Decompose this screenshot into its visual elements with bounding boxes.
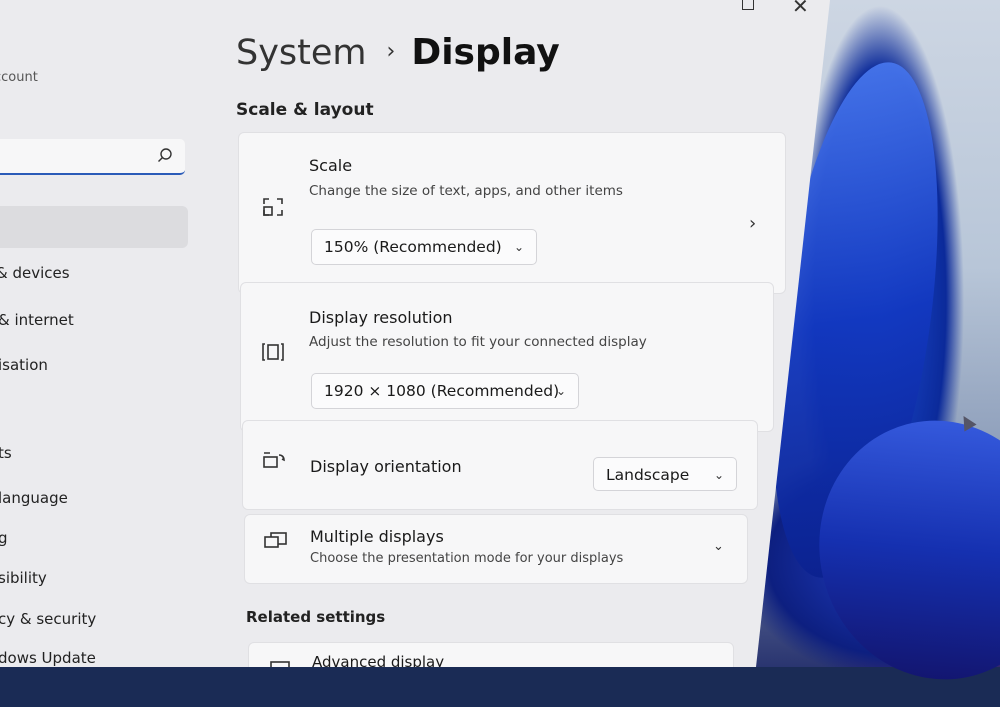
search-input[interactable] — [0, 139, 185, 175]
advanced-display-title: Advanced display — [312, 653, 445, 671]
sidebar-item-system[interactable] — [0, 206, 188, 248]
sidebar-item-accounts[interactable]: ts — [0, 444, 12, 462]
display-orientation-card: Display orientation Landscape ⌄ — [242, 420, 758, 510]
chevron-right-icon: › — [386, 39, 396, 64]
display-resolution-title: Display resolution — [309, 308, 453, 327]
multiple-displays-description: Choose the presentation mode for your di… — [310, 551, 624, 566]
scale-dropdown[interactable]: 150% (Recommended) ⌄ — [311, 229, 537, 265]
display-resolution-description: Adjust the resolution to fit your connec… — [309, 334, 647, 350]
scale-value: 150% (Recommended) — [324, 238, 502, 256]
scale-card[interactable]: Scale Change the size of text, apps, and… — [238, 132, 786, 294]
breadcrumb-parent[interactable]: System — [236, 33, 367, 73]
resolution-icon — [261, 341, 285, 368]
sidebar: ccount & devices & internet isation ts l… — [0, 0, 200, 667]
scale-title: Scale — [309, 156, 353, 175]
advanced-display-card[interactable]: Advanced display — [248, 642, 734, 671]
page-title: Display — [411, 32, 560, 73]
chevron-down-icon: ⌄ — [555, 384, 566, 398]
section-title-scale-layout: Scale & layout — [236, 100, 374, 120]
multiple-displays-title: Multiple displays — [310, 527, 444, 546]
display-resolution-card: Display resolution Adjust the resolution… — [240, 282, 774, 432]
sidebar-item-devices[interactable]: & devices — [0, 264, 70, 282]
window-controls: ✕ — [730, 0, 820, 20]
resolution-dropdown[interactable]: 1920 × 1080 (Recommended) ⌄ — [311, 373, 579, 409]
chevron-down-icon: ⌄ — [513, 240, 524, 254]
sidebar-item-accessibility[interactable]: sibility — [0, 569, 47, 587]
multiple-displays-card[interactable]: Multiple displays Choose the presentatio… — [244, 514, 748, 584]
display-orientation-title: Display orientation — [310, 457, 462, 476]
sidebar-item-privacy-security[interactable]: cy & security — [0, 610, 96, 628]
sidebar-item-personalisation[interactable]: isation — [0, 356, 48, 374]
chevron-down-icon: ⌄ — [713, 468, 724, 482]
orientation-dropdown[interactable]: Landscape ⌄ — [593, 457, 737, 491]
account-label: ccount — [0, 70, 38, 85]
monitor-icon — [269, 657, 291, 667]
sidebar-item-gaming[interactable]: g — [0, 529, 8, 547]
resolution-value: 1920 × 1080 (Recommended) — [324, 382, 560, 400]
sidebar-item-network[interactable]: & internet — [0, 311, 74, 329]
section-title-related-settings: Related settings — [246, 608, 386, 626]
scale-icon — [261, 195, 285, 224]
maximize-icon[interactable] — [742, 0, 754, 10]
sidebar-item-time-language[interactable]: language — [0, 489, 68, 507]
orientation-value: Landscape — [606, 466, 690, 484]
settings-window: ✕ ccount & devices & internet isation ts… — [0, 0, 830, 667]
orientation-icon — [261, 449, 287, 476]
breadcrumb: System › Display — [236, 32, 560, 73]
sidebar-item-windows-update[interactable]: dows Update — [0, 649, 96, 667]
chevron-down-icon[interactable]: ⌄ — [713, 539, 724, 554]
search-icon — [157, 147, 173, 167]
multiple-displays-icon — [263, 531, 289, 556]
close-icon[interactable]: ✕ — [792, 0, 809, 18]
chevron-right-icon[interactable]: › — [749, 213, 756, 234]
scale-description: Change the size of text, apps, and other… — [309, 183, 623, 199]
